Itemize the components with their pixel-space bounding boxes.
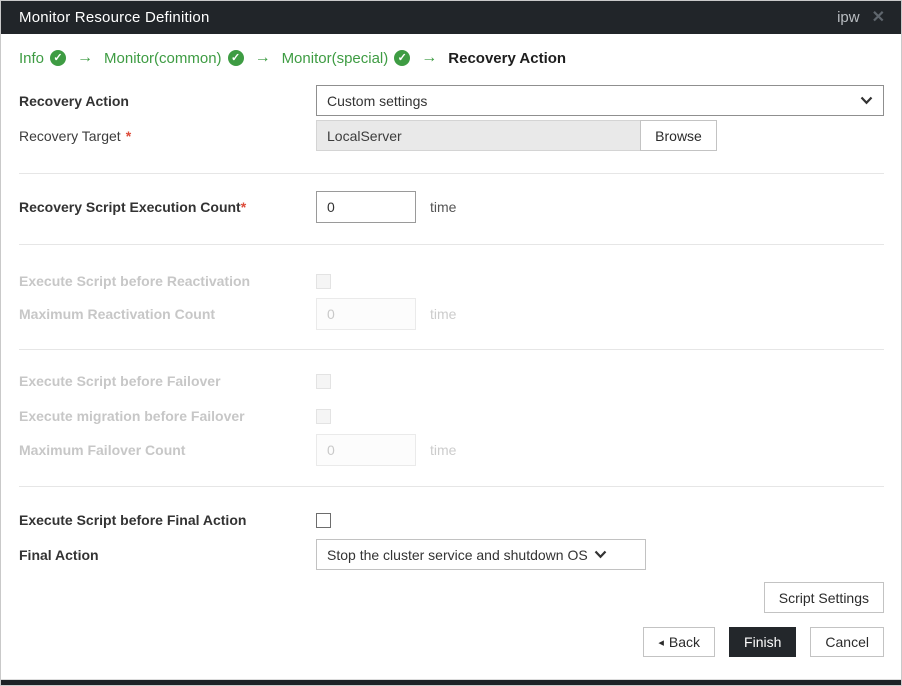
back-triangle-icon: ◂ xyxy=(658,636,664,649)
chevron-down-icon xyxy=(594,550,607,559)
execute-migration-before-failover-row: Execute migration before Failover xyxy=(19,408,884,424)
recovery-target-field xyxy=(316,120,641,151)
execute-script-before-reactivation-row: Execute Script before Reactivation xyxy=(19,273,884,289)
browse-button[interactable]: Browse xyxy=(640,120,717,151)
recovery-action-selected-value: Custom settings xyxy=(327,92,428,109)
final-action-selected-value: Stop the cluster service and shutdown OS xyxy=(327,546,588,563)
wizard-step-label: Recovery Action xyxy=(448,49,567,67)
cancel-button[interactable]: Cancel xyxy=(810,627,884,657)
recovery-action-label: Recovery Action xyxy=(19,92,129,109)
wizard-step-label: Monitor(special) xyxy=(281,49,389,67)
wizard-step-monitor-special[interactable]: Monitor(special) ✓ xyxy=(282,50,411,67)
finish-button[interactable]: Finish xyxy=(729,627,797,657)
maximum-failover-count-input xyxy=(316,434,416,466)
dialog-bottom-bar xyxy=(1,679,901,685)
script-settings-button[interactable]: Script Settings xyxy=(763,582,884,613)
recovery-action-select[interactable]: Custom settings xyxy=(316,85,884,116)
back-button[interactable]: ◂ Back xyxy=(643,627,716,657)
recovery-script-execution-count-input[interactable] xyxy=(316,191,416,223)
dialog-title: Monitor Resource Definition xyxy=(19,9,210,26)
recovery-target-row: Recovery Target* Browse xyxy=(19,120,884,151)
execute-script-before-failover-checkbox xyxy=(316,373,331,389)
execute-script-before-final-action-label: Execute Script before Final Action xyxy=(19,512,247,528)
dialog-content: Info ✓ → Monitor(common) ✓ → Monitor(spe… xyxy=(1,49,901,657)
wizard-step-monitor-common[interactable]: Monitor(common) ✓ xyxy=(104,50,244,67)
maximum-failover-count-row: Maximum Failover Count time xyxy=(19,434,884,466)
required-mark: * xyxy=(125,127,132,144)
monitor-resource-definition-dialog: Monitor Resource Definition ipw ✕ Info ✓… xyxy=(0,0,902,686)
maximum-reactivation-count-input xyxy=(316,298,416,330)
unit-label: time xyxy=(430,306,457,322)
arrow-right-icon: → xyxy=(421,49,438,66)
arrow-right-icon: → xyxy=(77,49,94,66)
close-icon[interactable]: ✕ xyxy=(872,9,885,26)
execute-script-before-final-action-row: Execute Script before Final Action xyxy=(19,512,884,528)
maximum-failover-count-label: Maximum Failover Count xyxy=(19,442,186,458)
recovery-target-label: Recovery Target * xyxy=(19,127,132,144)
script-settings-row: Script Settings xyxy=(19,582,884,613)
execute-script-before-reactivation-label: Execute Script before Reactivation xyxy=(19,273,251,289)
step-complete-check-icon: ✓ xyxy=(394,50,411,66)
wizard-step-label: Monitor(common) xyxy=(104,49,222,67)
section-divider xyxy=(19,244,884,245)
arrow-right-icon: → xyxy=(254,49,271,66)
unit-label: time xyxy=(430,199,457,215)
execute-script-before-final-action-checkbox[interactable] xyxy=(316,512,331,528)
unit-label: time xyxy=(430,442,457,458)
step-complete-check-icon: ✓ xyxy=(50,50,67,66)
dialog-titlebar: Monitor Resource Definition ipw ✕ xyxy=(1,1,901,34)
recovery-script-execution-count-label: Recovery Script Execution Count* xyxy=(19,199,247,215)
execute-script-before-failover-label: Execute Script before Failover xyxy=(19,373,221,389)
wizard-step-label: Info xyxy=(19,49,45,67)
section-divider xyxy=(19,486,884,487)
section-divider xyxy=(19,349,884,350)
final-action-label: Final Action xyxy=(19,546,99,563)
final-action-row: Final Action Stop the cluster service an… xyxy=(19,539,884,570)
recovery-action-row: Recovery Action Custom settings xyxy=(19,85,884,116)
required-mark: * xyxy=(240,199,247,215)
section-divider xyxy=(19,173,884,174)
final-action-select[interactable]: Stop the cluster service and shutdown OS xyxy=(316,539,646,570)
wizard-step-info[interactable]: Info ✓ xyxy=(19,49,67,67)
nav-buttons-row: ◂ Back Finish Cancel xyxy=(19,627,884,657)
execute-script-before-failover-row: Execute Script before Failover xyxy=(19,373,884,389)
back-button-label: Back xyxy=(668,634,701,650)
maximum-reactivation-count-label: Maximum Reactivation Count xyxy=(19,306,216,322)
recovery-script-execution-count-row: Recovery Script Execution Count* time xyxy=(19,191,884,223)
window-tag: ipw xyxy=(837,9,860,26)
wizard-step-recovery-action: Recovery Action xyxy=(448,50,566,67)
execute-migration-before-failover-label: Execute migration before Failover xyxy=(19,408,245,424)
chevron-down-icon xyxy=(860,96,873,105)
breadcrumb: Info ✓ → Monitor(common) ✓ → Monitor(spe… xyxy=(19,49,884,67)
step-complete-check-icon: ✓ xyxy=(227,50,244,66)
maximum-reactivation-count-row: Maximum Reactivation Count time xyxy=(19,298,884,330)
execute-migration-before-failover-checkbox xyxy=(316,408,331,424)
titlebar-right: ipw ✕ xyxy=(837,9,885,26)
execute-script-before-reactivation-checkbox xyxy=(316,273,331,289)
